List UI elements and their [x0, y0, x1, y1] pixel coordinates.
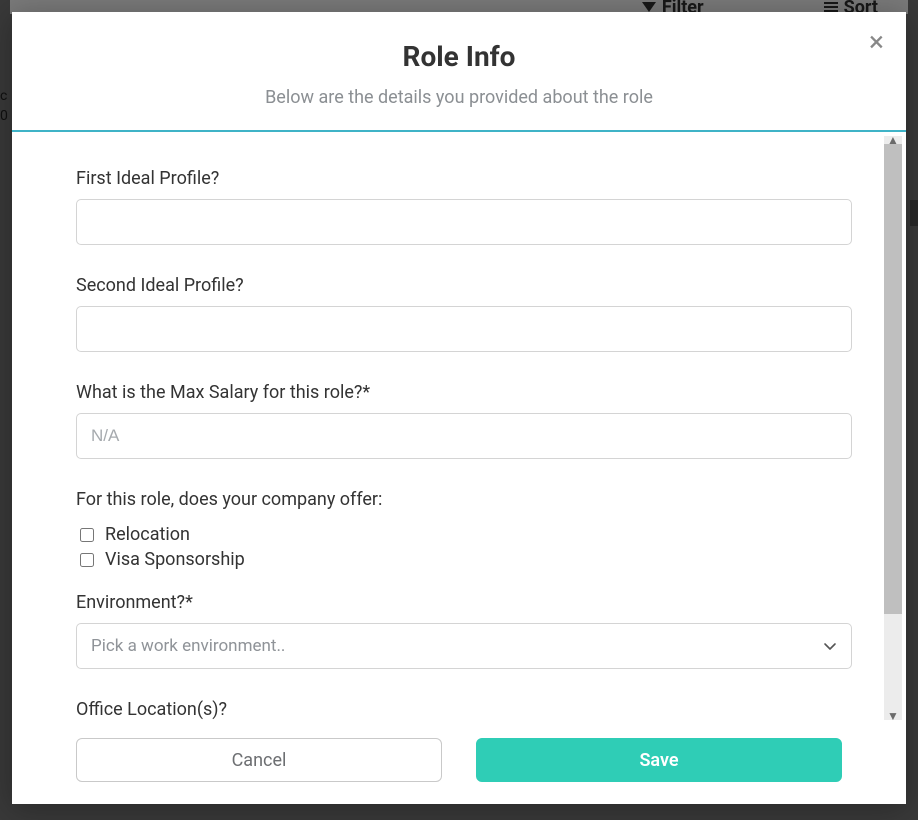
close-button[interactable]: ×	[869, 28, 884, 56]
visa-checkbox[interactable]	[80, 553, 94, 567]
modal-header: Role Info Below are the details you prov…	[12, 12, 906, 132]
visa-label: Visa Sponsorship	[105, 549, 245, 570]
relocation-checkbox[interactable]	[80, 528, 94, 542]
cancel-button[interactable]: Cancel	[76, 738, 442, 782]
environment-label: Environment?*	[76, 592, 852, 613]
first-ideal-profile-field: First Ideal Profile?	[76, 168, 852, 245]
role-info-modal: × Role Info Below are the details you pr…	[12, 12, 906, 804]
modal-footer: Cancel Save	[12, 724, 906, 804]
save-label: Save	[639, 750, 678, 771]
modal-body: First Ideal Profile? Second Ideal Profil…	[12, 132, 880, 724]
max-salary-input[interactable]	[76, 413, 852, 459]
office-locations-label: Office Location(s)?	[76, 699, 852, 720]
max-salary-field: What is the Max Salary for this role?*	[76, 382, 852, 459]
modal-subtitle: Below are the details you provided about…	[52, 87, 866, 108]
max-salary-label: What is the Max Salary for this role?*	[76, 382, 852, 403]
modal-title: Role Info	[52, 40, 866, 73]
relocation-label: Relocation	[105, 524, 190, 545]
scroll-down-icon[interactable]: ▼	[880, 708, 906, 724]
second-ideal-profile-input[interactable]	[76, 306, 852, 352]
first-ideal-profile-input[interactable]	[76, 199, 852, 245]
office-locations-field: Office Location(s)?	[76, 699, 852, 720]
environment-placeholder: Pick a work environment..	[91, 636, 285, 656]
environment-select[interactable]: Pick a work environment..	[76, 623, 852, 669]
first-ideal-profile-label: First Ideal Profile?	[76, 168, 852, 189]
company-offers-label: For this role, does your company offer:	[76, 489, 852, 510]
modal-scrollbar[interactable]: ▲ ▼	[880, 132, 906, 724]
cancel-label: Cancel	[232, 750, 287, 771]
environment-field: Environment?* Pick a work environment..	[76, 592, 852, 669]
visa-row: Visa Sponsorship	[76, 549, 852, 570]
relocation-row: Relocation	[76, 524, 852, 545]
second-ideal-profile-label: Second Ideal Profile?	[76, 275, 852, 296]
scrollbar-thumb[interactable]	[884, 144, 902, 614]
second-ideal-profile-field: Second Ideal Profile?	[76, 275, 852, 352]
close-icon: ×	[869, 25, 884, 58]
save-button[interactable]: Save	[476, 738, 842, 782]
company-offers-field: For this role, does your company offer: …	[76, 489, 852, 570]
